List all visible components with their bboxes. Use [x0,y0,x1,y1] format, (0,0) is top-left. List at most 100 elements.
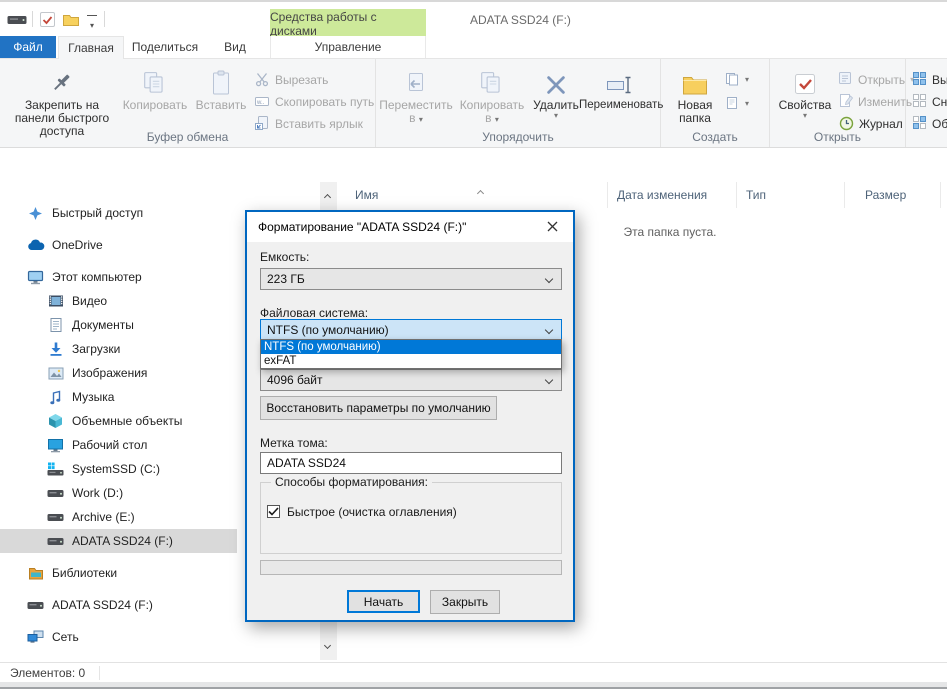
sidebar-item[interactable]: ADATA SSD24 (F:) [0,529,237,553]
capacity-value: 223 ГБ [267,272,305,286]
quick-format-checkbox[interactable] [267,505,280,518]
scissors-icon [254,71,270,90]
group-label-create: Создать [661,130,769,144]
select-none-button[interactable]: Сня [912,93,947,111]
dialog-title-bar[interactable]: Форматирование "ADATA SSD24 (F:)" [247,212,573,242]
new-folder-button[interactable]: Новая папка [669,63,721,125]
delete-dropdown-arrow[interactable]: ▾ [554,112,558,120]
sidebar-item[interactable]: Archive (E:) [0,505,237,529]
easy-access-button[interactable]: ▾ [725,95,749,113]
tab-share[interactable]: Поделиться [126,36,204,58]
select-all-button[interactable]: Выд [912,71,947,89]
move-to-button: Переместить в ▾ [378,63,454,125]
sidebar-item[interactable]: Work (D:) [0,481,237,505]
pin-to-quick-access-button[interactable]: Закрепить на панели быстрого доступа [6,63,118,138]
qat-new-folder-button[interactable] [62,12,80,30]
start-button[interactable]: Начать [347,590,420,613]
cluster-size-combobox[interactable]: 4096 байт [260,369,562,391]
group-label-clipboard: Буфер обмена [0,130,375,144]
sidebar-item[interactable]: Музыка [0,385,237,409]
empty-folder-message: Эта папка пуста. [570,225,770,239]
sidebar-item-label: Изображения [72,366,147,380]
chevron-down-icon [545,275,553,283]
sidebar-item[interactable]: OneDrive [0,233,237,257]
ribbon-group-create: Новая папка ▾ ▾ Создать [661,59,770,147]
paste-label: Вставить [192,99,250,112]
filesystem-combobox[interactable]: NTFS (по умолчанию) [260,319,562,341]
column-header-type[interactable]: Тип [737,182,845,208]
volume-label-caption: Метка тома: [260,436,328,450]
sidebar-item[interactable]: Библиотеки [0,561,237,585]
close-button[interactable]: Закрыть [430,590,500,614]
rename-label: Переименовать [579,99,659,112]
copy-path-icon: w.. [254,93,270,112]
svg-text:w..: w.. [256,100,265,106]
filesystem-option[interactable]: NTFS (по умолчанию) [261,340,561,354]
invert-selection-icon [912,115,927,133]
sidebar-item-label: ADATA SSD24 (F:) [52,598,153,612]
open-icon [838,71,853,89]
sidebar-item[interactable]: SystemSSD (C:) [0,457,237,481]
status-bar: Элементов: 0 [0,662,947,682]
window-title: ADATA SSD24 (F:) [470,13,571,27]
sidebar-item[interactable]: ADATA SSD24 (F:) [0,593,237,617]
properties-button[interactable]: Свойства ▾ [776,63,834,120]
main-area: Быстрый доступ OneDrive Этот компьютер Виде… [0,182,947,662]
tab-file[interactable]: Файл [0,36,56,58]
rename-button[interactable]: Переименовать [579,63,659,112]
divider [104,11,105,27]
column-header-date[interactable]: Дата изменения [608,182,737,208]
system-drive-icon [46,461,65,477]
items-count: Элементов: 0 [10,666,85,680]
copy-path-label: Скопировать путь [275,95,374,109]
sidebar-item-label: Этот компьютер [52,270,142,284]
downloads-icon [46,341,65,357]
rename-icon [604,63,634,99]
properties-dropdown-arrow[interactable]: ▾ [803,112,807,120]
tab-manage[interactable]: Управление [270,36,426,58]
filesystem-value: NTFS (по умолчанию) [267,323,389,337]
dialog-title: Форматирование "ADATA SSD24 (F:)" [258,220,466,234]
sidebar-item-label: Библиотеки [52,566,117,580]
capacity-combobox[interactable]: 223 ГБ [260,268,562,290]
sidebar-item[interactable]: Изображения [0,361,237,385]
move-to-label: Переместить в [379,98,453,125]
sidebar-item[interactable]: Загрузки [0,337,237,361]
cluster-size-value: 4096 байт [267,373,323,387]
delete-button[interactable]: Удалить ▾ [533,63,579,120]
volume-label-value: ADATA SSD24 [267,456,346,470]
invert-selection-button[interactable]: Обр [912,115,947,133]
tab-home[interactable]: Главная [58,36,124,59]
sidebar-item[interactable]: Видео [0,289,237,313]
sidebar-item[interactable]: Этот компьютер [0,265,237,289]
dialog-close-button[interactable] [541,220,563,236]
paste-shortcut-label: Вставить ярлык [275,117,363,131]
restore-defaults-button[interactable]: Восстановить параметры по умолчанию [260,396,497,420]
quick-access-star-icon [26,205,45,221]
contextual-tab-header: Средства работы с дисками [270,9,426,38]
volume-label-input[interactable]: ADATA SSD24 [260,452,562,474]
select-none-label: Сня [932,95,947,109]
new-item-button[interactable]: ▾ [725,71,749,89]
window-bottom-edge [0,682,947,689]
copy-to-label: Копировать в [460,98,525,125]
scroll-down-arrow[interactable] [325,637,330,651]
sidebar-item[interactable]: Быстрый доступ [0,201,237,225]
edit-label: Изменить [858,95,912,109]
tab-view[interactable]: Вид [206,36,264,58]
filesystem-option[interactable]: exFAT [261,354,561,368]
divider [32,11,33,27]
sidebar-item[interactable]: Документы [0,313,237,337]
qat-properties-button[interactable] [39,11,56,31]
column-header-name[interactable]: Имя [337,182,608,208]
qat-customize-icon[interactable]: ▾ [86,13,98,31]
sidebar-item-label: OneDrive [52,238,103,252]
title-bar: ▾ Средства работы с дисками ADATA SSD24 … [0,0,947,36]
sidebar-item-label: Сеть [52,630,79,644]
sidebar: Быстрый доступ OneDrive Этот компьютер Виде… [0,182,237,662]
scroll-up-arrow[interactable] [325,189,330,203]
sidebar-item[interactable]: Сеть [0,625,237,649]
sidebar-item[interactable]: Объемные объекты [0,409,237,433]
sidebar-item[interactable]: Рабочий стол [0,433,237,457]
column-header-size[interactable]: Размер [845,182,941,208]
